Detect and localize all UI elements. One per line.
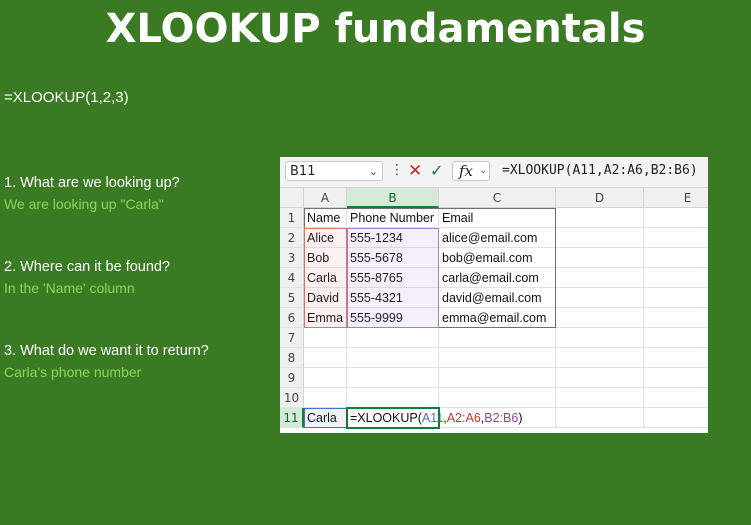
chevron-down-icon[interactable]: ⌄ — [369, 162, 378, 182]
answer-2: In the 'Name' column — [4, 280, 135, 296]
cell-B9[interactable] — [347, 368, 439, 388]
cell-B4[interactable]: 555-8765 — [347, 268, 439, 288]
cell-E5[interactable] — [644, 288, 708, 308]
cell-B1[interactable]: Phone Number — [347, 208, 439, 228]
cell-E2[interactable] — [644, 228, 708, 248]
formula-arg-a2-a6: A2:A6 — [446, 411, 481, 425]
cell-C8[interactable] — [439, 348, 556, 368]
row-header-7[interactable]: 7 — [280, 328, 304, 348]
cell-E1[interactable] — [644, 208, 708, 228]
formula-bar: B11 ⌄ ⋮ ✕ ✓ fx ⌄ =XLOOKUP(A11,A2:A6,B2:B… — [280, 157, 708, 188]
column-header-D[interactable]: D — [556, 188, 644, 208]
cell-C5[interactable]: david@email.com — [439, 288, 556, 308]
cell-E9[interactable] — [644, 368, 708, 388]
cell-C1[interactable]: Email — [439, 208, 556, 228]
answer-3: Carla's phone number — [4, 364, 142, 380]
column-header-B[interactable]: B — [347, 188, 439, 208]
column-header-C[interactable]: C — [439, 188, 556, 208]
row-header-5[interactable]: 5 — [280, 288, 304, 308]
cell-B11[interactable]: =XLOOKUP(A11,A2:A6,B2:B6) — [347, 408, 523, 428]
cell-C10[interactable] — [439, 388, 556, 408]
insert-function-button[interactable]: fx ⌄ — [452, 161, 490, 181]
cell-D2[interactable] — [556, 228, 644, 248]
name-box-value: B11 — [290, 164, 316, 179]
cell-D9[interactable] — [556, 368, 644, 388]
cell-B7[interactable] — [347, 328, 439, 348]
cell-A10[interactable] — [304, 388, 347, 408]
cell-C9[interactable] — [439, 368, 556, 388]
excel-screenshot: B11 ⌄ ⋮ ✕ ✓ fx ⌄ =XLOOKUP(A11,A2:A6,B2:B… — [280, 157, 708, 433]
question-3: 3. What do we want it to return? — [4, 343, 209, 359]
cell-A3[interactable]: Bob — [304, 248, 347, 268]
cell-D4[interactable] — [556, 268, 644, 288]
cell-C3[interactable]: bob@email.com — [439, 248, 556, 268]
name-box[interactable]: B11 ⌄ — [285, 161, 383, 181]
x-icon[interactable]: ✕ — [408, 161, 422, 181]
vertical-dots-icon[interactable]: ⋮ — [390, 162, 404, 178]
formula-text: =XLOOKUP( — [350, 411, 422, 425]
column-header-A[interactable]: A — [304, 188, 347, 208]
cell-A9[interactable] — [304, 368, 347, 388]
row-header-1[interactable]: 1 — [280, 208, 304, 228]
cell-A6[interactable]: Emma — [304, 308, 347, 328]
fx-icon: fx — [459, 162, 474, 180]
answer-1: We are looking up "Carla" — [4, 196, 164, 212]
cell-C6[interactable]: emma@email.com — [439, 308, 556, 328]
cell-C2[interactable]: alice@email.com — [439, 228, 556, 248]
cell-D6[interactable] — [556, 308, 644, 328]
cell-C7[interactable] — [439, 328, 556, 348]
row-header-8[interactable]: 8 — [280, 348, 304, 368]
cell-E4[interactable] — [644, 268, 708, 288]
cell-D3[interactable] — [556, 248, 644, 268]
formula-arg-a11: A11 — [421, 411, 444, 425]
cell-B3[interactable]: 555-5678 — [347, 248, 439, 268]
formula-input[interactable]: =XLOOKUP(A11,A2:A6,B2:B6) — [502, 163, 698, 178]
cell-D7[interactable] — [556, 328, 644, 348]
row-header-9[interactable]: 9 — [280, 368, 304, 388]
row-header-4[interactable]: 4 — [280, 268, 304, 288]
formula-intro: =XLOOKUP(1,2,3) — [4, 89, 129, 106]
cell-B10[interactable] — [347, 388, 439, 408]
cell-E10[interactable] — [644, 388, 708, 408]
row-header-10[interactable]: 10 — [280, 388, 304, 408]
cell-D1[interactable] — [556, 208, 644, 228]
row-header-2[interactable]: 2 — [280, 228, 304, 248]
cell-A4[interactable]: Carla — [304, 268, 347, 288]
formula-arg-b2-b6: B2:B6 — [484, 411, 519, 425]
cell-A5[interactable]: David — [304, 288, 347, 308]
cell-D8[interactable] — [556, 348, 644, 368]
cell-A1[interactable]: Name — [304, 208, 347, 228]
cell-E8[interactable] — [644, 348, 708, 368]
cell-A11[interactable]: Carla — [304, 408, 347, 428]
row-header-3[interactable]: 3 — [280, 248, 304, 268]
cell-B2[interactable]: 555-1234 — [347, 228, 439, 248]
chevron-down-icon[interactable]: ⌄ — [479, 165, 487, 176]
question-2: 2. Where can it be found? — [4, 259, 171, 275]
cell-A8[interactable] — [304, 348, 347, 368]
row-header-11[interactable]: 11 — [280, 408, 304, 428]
formula-text: ) — [518, 411, 523, 425]
cell-E11[interactable] — [644, 408, 708, 428]
cell-D10[interactable] — [556, 388, 644, 408]
cell-B6[interactable]: 555-9999 — [347, 308, 439, 328]
cell-E7[interactable] — [644, 328, 708, 348]
cell-D11[interactable] — [556, 408, 644, 428]
question-1: 1. What are we looking up? — [4, 175, 180, 191]
column-header-E[interactable]: E — [644, 188, 708, 208]
cell-D5[interactable] — [556, 288, 644, 308]
row-header-6[interactable]: 6 — [280, 308, 304, 328]
cell-A7[interactable] — [304, 328, 347, 348]
slide-title: XLOOKUP fundamentals — [105, 6, 646, 52]
cell-E6[interactable] — [644, 308, 708, 328]
select-all-corner[interactable] — [280, 188, 304, 208]
cell-A2[interactable]: Alice — [304, 228, 347, 248]
cell-C4[interactable]: carla@email.com — [439, 268, 556, 288]
cell-B8[interactable] — [347, 348, 439, 368]
checkmark-icon[interactable]: ✓ — [430, 161, 443, 180]
cell-E3[interactable] — [644, 248, 708, 268]
cell-B5[interactable]: 555-4321 — [347, 288, 439, 308]
